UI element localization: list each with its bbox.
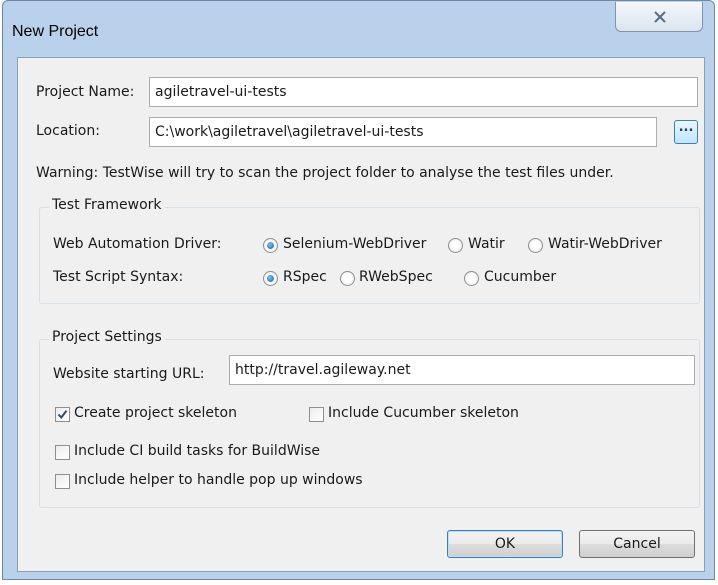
radio-watir-webdriver[interactable] (528, 238, 543, 253)
rspec-label[interactable]: RSpec (283, 269, 327, 285)
test-framework-title: Test Framework (49, 197, 165, 213)
location-input[interactable]: C:\work\agiletravel\agiletravel-ui-tests (149, 117, 657, 147)
include-cucumber-skeleton-label[interactable]: Include Cucumber skeleton (328, 405, 519, 421)
radio-rspec[interactable] (263, 271, 278, 286)
title-bar[interactable]: New Project (3, 1, 714, 57)
create-skeleton-checkbox[interactable] (55, 407, 70, 422)
project-settings-title: Project Settings (49, 329, 165, 345)
scan-warning-text: Warning: TestWise will try to scan the p… (36, 165, 614, 181)
radio-cucumber[interactable] (464, 271, 479, 286)
checkmark-icon (57, 410, 68, 420)
cucumber-label[interactable]: Cucumber (484, 269, 556, 285)
syntax-label: Test Script Syntax: (53, 269, 184, 285)
include-popup-helper-checkbox[interactable] (55, 474, 70, 489)
watir-webdriver-label[interactable]: Watir-WebDriver (548, 236, 662, 252)
dialog-title: New Project (12, 23, 99, 40)
website-url-label: Website starting URL: (53, 366, 205, 382)
cancel-button[interactable]: Cancel (579, 530, 695, 558)
include-cucumber-skeleton-checkbox[interactable] (309, 407, 324, 422)
close-icon (654, 11, 666, 23)
radio-rwebspec[interactable] (340, 271, 355, 286)
dialog-content: Project Name: agiletravel-ui-tests Locat… (17, 57, 705, 572)
driver-label: Web Automation Driver: (53, 236, 222, 252)
include-ci-tasks-checkbox[interactable] (55, 445, 70, 460)
watir-label[interactable]: Watir (468, 236, 505, 252)
include-popup-helper-label[interactable]: Include helper to handle pop up windows (74, 472, 363, 488)
test-framework-group (39, 207, 700, 304)
new-project-dialog: New Project Project Name: agiletravel-ui… (2, 0, 715, 580)
project-name-input[interactable]: agiletravel-ui-tests (149, 77, 698, 107)
ok-button[interactable]: OK (447, 530, 563, 558)
rwebspec-label[interactable]: RWebSpec (359, 269, 433, 285)
include-ci-tasks-label[interactable]: Include CI build tasks for BuildWise (74, 443, 320, 459)
project-name-label: Project Name: (36, 84, 135, 100)
location-label: Location: (36, 123, 100, 139)
website-url-input[interactable]: http://travel.agileway.net (229, 355, 695, 385)
selenium-webdriver-label[interactable]: Selenium-WebDriver (283, 236, 426, 252)
browse-location-button[interactable]: ... (674, 120, 698, 144)
create-skeleton-label[interactable]: Create project skeleton (74, 405, 237, 421)
radio-selenium-webdriver[interactable] (263, 238, 278, 253)
close-button[interactable] (615, 2, 703, 32)
radio-watir[interactable] (448, 238, 463, 253)
